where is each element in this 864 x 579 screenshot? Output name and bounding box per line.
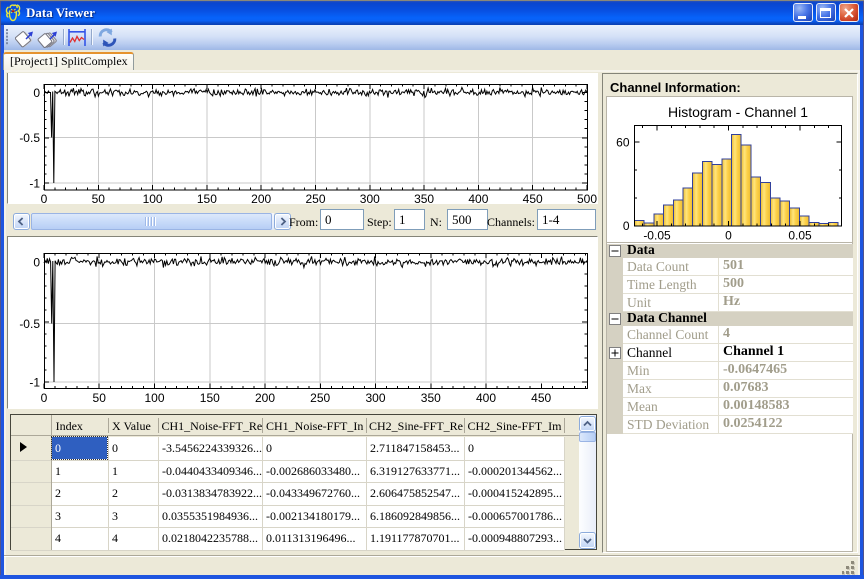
svg-text:50: 50 (92, 192, 106, 204)
svg-text:250: 250 (305, 192, 325, 204)
svg-text:0: 0 (41, 192, 48, 204)
svg-text:400: 400 (476, 391, 496, 405)
svg-text:-1: -1 (29, 177, 40, 191)
svg-text:50: 50 (93, 391, 107, 405)
svg-text:150: 150 (197, 192, 217, 204)
svg-text:-0.5: -0.5 (19, 317, 40, 331)
svg-text:0: 0 (33, 256, 40, 270)
svg-text:0: 0 (623, 219, 630, 233)
svg-text:-0.5: -0.5 (19, 131, 40, 145)
svg-text:450: 450 (523, 192, 543, 204)
svg-text:200: 200 (251, 192, 271, 204)
svg-text:200: 200 (255, 391, 275, 405)
svg-text:350: 350 (414, 192, 434, 204)
svg-text:-1: -1 (29, 376, 40, 390)
svg-text:Histogram - Channel 1: Histogram - Channel 1 (668, 104, 808, 120)
svg-text:150: 150 (200, 391, 220, 405)
svg-text:60: 60 (616, 136, 630, 150)
svg-text:100: 100 (144, 391, 164, 405)
svg-text:450: 450 (531, 391, 551, 405)
svg-text:250: 250 (310, 391, 330, 405)
svg-text:500: 500 (577, 192, 597, 204)
svg-text:0: 0 (33, 86, 40, 100)
svg-text:0: 0 (725, 229, 732, 243)
svg-text:350: 350 (421, 391, 441, 405)
svg-text:300: 300 (365, 391, 385, 405)
svg-text:300: 300 (360, 192, 380, 204)
svg-text:400: 400 (468, 192, 488, 204)
svg-text:0: 0 (41, 391, 48, 405)
svg-text:-0.05: -0.05 (643, 229, 671, 243)
svg-text:0.05: 0.05 (788, 229, 812, 243)
svg-text:100: 100 (143, 192, 163, 204)
